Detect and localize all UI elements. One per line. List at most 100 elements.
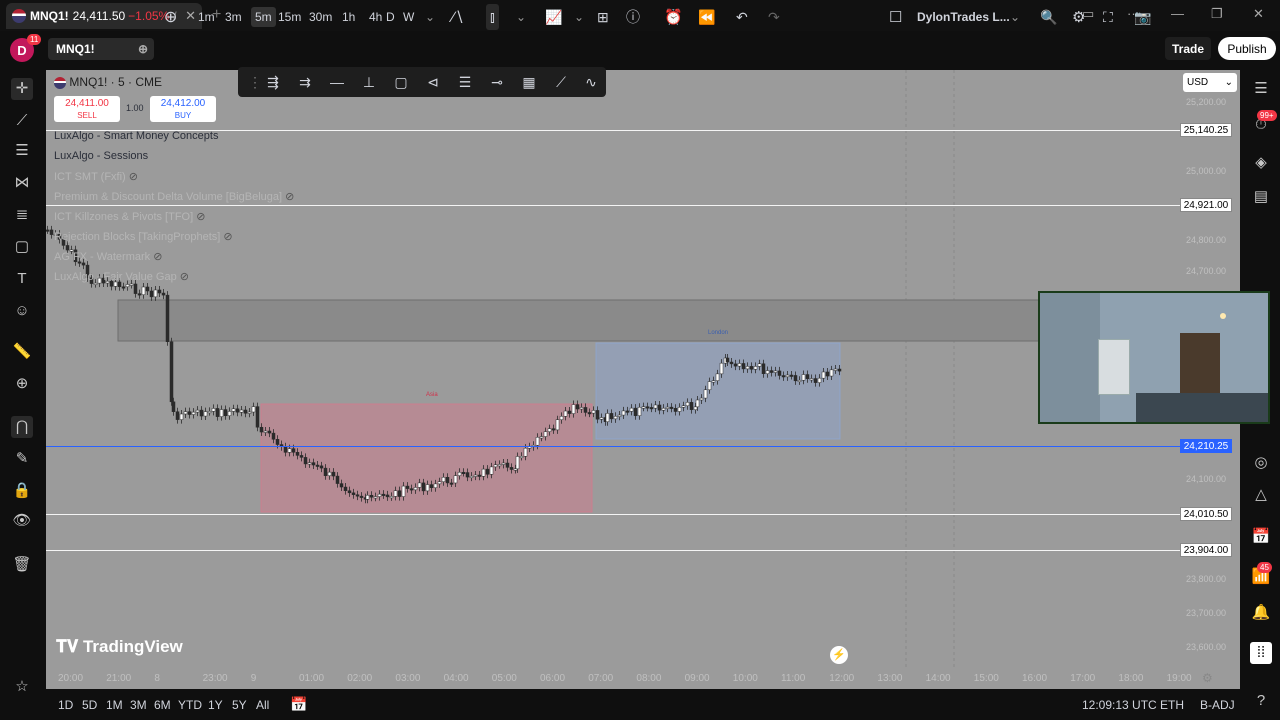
horizontal-level-line[interactable]: [46, 550, 1180, 551]
star-icon[interactable]: ☆: [11, 676, 33, 698]
chevron-down-icon[interactable]: ⌄: [516, 0, 526, 34]
range-button-3m[interactable]: 3M: [130, 698, 147, 712]
restore-button[interactable]: ❐: [1211, 6, 1223, 22]
timeframe-3m[interactable]: 3m: [225, 10, 242, 24]
range-button-1y[interactable]: 1Y: [208, 698, 223, 712]
indicator-item[interactable]: LuxAlgo - Sessions: [54, 150, 148, 162]
target-icon[interactable]: ◎: [1250, 452, 1272, 474]
hidden-eye-icon[interactable]: ⊘: [193, 211, 205, 223]
crosshair-icon[interactable]: ✛: [11, 78, 33, 100]
fib-icon[interactable]: ≣: [11, 204, 33, 226]
timeframe-30m[interactable]: 30m: [309, 10, 332, 24]
line-chart-icon[interactable]: ∕∖: [452, 0, 464, 34]
hidden-eye-icon[interactable]: ⊘: [126, 171, 138, 183]
hidden-eye-icon[interactable]: ⊘: [220, 231, 232, 243]
redo-icon[interactable]: ↷: [768, 0, 780, 34]
horizontal-line-icon[interactable]: —: [326, 71, 348, 93]
range-button-5d[interactable]: 5D: [82, 698, 97, 712]
watchlist-icon[interactable]: ☰: [1250, 78, 1272, 100]
magnet-icon[interactable]: ⋂: [11, 416, 33, 438]
indicator-item[interactable]: ICT Killzones & Pivots [TFO] ⊘: [54, 210, 205, 223]
eye-icon[interactable]: 👁: [11, 510, 33, 532]
trendline-icon[interactable]: ⟋: [550, 71, 572, 93]
range-button-1d[interactable]: 1D: [58, 698, 73, 712]
pattern-icon[interactable]: ⋈: [11, 172, 33, 194]
settings-gear-icon[interactable]: ⚙: [1202, 671, 1213, 685]
compare-icon[interactable]: ⊕: [164, 0, 177, 34]
indicator-item[interactable]: AG FX - Watermark ⊘: [54, 250, 162, 263]
search-icon[interactable]: 🔍: [1040, 0, 1057, 34]
trade-button[interactable]: Trade: [1165, 37, 1211, 60]
ray-tool-icon[interactable]: ⇶: [262, 71, 284, 93]
timeframe-15m[interactable]: 15m: [278, 10, 301, 24]
undo-icon[interactable]: ↶: [736, 0, 748, 34]
fullscreen-icon[interactable]: ⛶: [1103, 0, 1113, 34]
layout-checkbox-icon[interactable]: ☐: [889, 0, 902, 34]
hidden-eye-icon[interactable]: ⊘: [150, 251, 162, 263]
range-button-all[interactable]: All: [256, 698, 269, 712]
path-icon[interactable]: ∿: [580, 71, 602, 93]
hidden-eye-icon[interactable]: ⊘: [282, 191, 294, 203]
calendar-icon[interactable]: 📅: [1250, 526, 1272, 548]
grid-icon[interactable]: ▦: [518, 71, 540, 93]
lock-icon[interactable]: 🔒: [11, 480, 33, 502]
layout-name[interactable]: DylonTrades L...: [917, 0, 1010, 34]
zoom-icon[interactable]: ⊕: [11, 373, 33, 395]
replay-icon[interactable]: ⏪: [698, 0, 715, 34]
gear-icon[interactable]: ⚙: [1072, 0, 1085, 34]
pencil-lock-icon[interactable]: ✎: [11, 448, 33, 470]
help-icon[interactable]: ?: [1250, 690, 1272, 712]
ruler-icon[interactable]: 📏: [11, 341, 33, 363]
horizontal-level-line[interactable]: [46, 205, 1180, 206]
timeframe-5m[interactable]: 5m: [251, 7, 276, 27]
horizontal-level-line[interactable]: [46, 130, 1180, 131]
text-icon[interactable]: T: [11, 268, 33, 290]
minimize-button[interactable]: —: [1171, 6, 1184, 21]
horizontal-level-line[interactable]: [46, 514, 1180, 515]
fib-fan-icon[interactable]: ⊲: [422, 71, 444, 93]
indicator-item[interactable]: LuxAlgo - Smart Money Concepts: [54, 130, 218, 142]
range-button-6m[interactable]: 6M: [154, 698, 171, 712]
shape-icon[interactable]: ▢: [11, 236, 33, 258]
buy-button[interactable]: 24,412.00 BUY: [150, 96, 216, 122]
parallel-channel-icon[interactable]: ⇉: [294, 71, 316, 93]
range-button-5y[interactable]: 5Y: [232, 698, 247, 712]
indicators-icon[interactable]: 📈: [545, 0, 562, 34]
lightning-icon[interactable]: ⚡: [830, 646, 848, 664]
rectangle-icon[interactable]: ▢: [390, 71, 412, 93]
sell-button[interactable]: 24,411.00 SELL: [54, 96, 120, 122]
templates-icon[interactable]: ⊞: [597, 0, 609, 34]
session-toggle[interactable]: ETH: [1160, 698, 1184, 712]
chevron-down-icon[interactable]: ⌄: [574, 0, 584, 34]
emoji-icon[interactable]: ☺: [11, 300, 33, 322]
trend-line-icon[interactable]: ⟋: [11, 110, 33, 132]
signals-icon[interactable]: △: [1250, 484, 1272, 506]
date-range-icon[interactable]: 📅: [290, 696, 307, 713]
indicator-item[interactable]: LuxAlgo - Fair Value Gap ⊘: [54, 270, 189, 283]
trash-icon[interactable]: 🗑: [11, 554, 33, 576]
clock[interactable]: 12:09:13 UTC: [1082, 698, 1157, 712]
fib-retracement-icon[interactable]: ☰: [454, 71, 476, 93]
camera-icon[interactable]: 📷: [1134, 0, 1151, 34]
adjustment-toggle[interactable]: B-ADJ: [1200, 698, 1235, 712]
timeframe-W[interactable]: W: [403, 10, 414, 24]
currency-select[interactable]: USD ⌄: [1183, 73, 1237, 92]
data-window-icon[interactable]: ▤: [1250, 186, 1272, 208]
range-button-1m[interactable]: 1M: [106, 698, 123, 712]
apps-grid-icon[interactable]: ⁞⁞: [1250, 642, 1272, 664]
timeframe-4h[interactable]: 4h: [369, 10, 382, 24]
horizontal-ray-icon[interactable]: ⊸: [486, 71, 508, 93]
alert-add-icon[interactable]: ⏰: [664, 0, 683, 34]
alert-icon[interactable]: ⓘ: [626, 0, 640, 34]
indicator-item[interactable]: Premium & Discount Delta Volume [BigBelu…: [54, 190, 294, 203]
bell-icon[interactable]: 🔔: [1250, 602, 1272, 624]
timeframe-1m[interactable]: 1m: [198, 10, 215, 24]
timeframe-1h[interactable]: 1h: [342, 10, 355, 24]
timeframe-D[interactable]: D: [386, 10, 395, 24]
vertical-line-icon[interactable]: ⊥: [358, 71, 380, 93]
indicator-item[interactable]: Rejection Blocks [TakingProphets] ⊘: [54, 230, 233, 243]
symbol-search[interactable]: MNQ1! ⊕: [48, 38, 154, 60]
chevron-down-icon[interactable]: ⌄: [1010, 0, 1020, 34]
chevron-down-icon[interactable]: ⌄: [425, 0, 435, 34]
layers-icon[interactable]: ◈: [1250, 152, 1272, 174]
